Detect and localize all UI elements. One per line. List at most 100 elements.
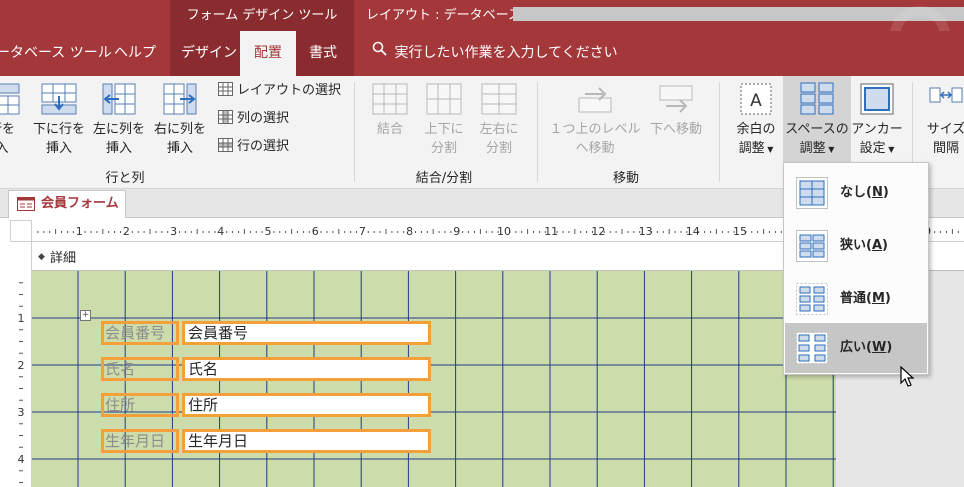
select-row-button[interactable]: 行の選択 [218,137,289,157]
ruler-corner [10,220,32,242]
anchor-line1: アンカー [851,122,903,137]
split-vertical-icon [426,83,462,115]
layout-move-handle-icon[interactable]: + [80,310,91,321]
menu-item-label: 狭い [840,238,867,253]
menu-item-spacing-none[interactable]: なし(N) [785,168,927,218]
insert-column-left-icon [102,83,136,115]
insert-column-right-button[interactable]: 右に列を 挿入 [151,78,209,164]
form-icon [17,197,35,211]
ruler-number: 1 [18,312,25,325]
insert-row-below-line2: 挿入 [45,141,72,156]
tell-me-label: 実行したい作業を入力してください [394,45,618,61]
ribbon-tab-row: ータベース ツール ヘルプ デザイン 配置 書式 実行したい作業を入力してくださ… [0,31,964,76]
spacing-dropdown-menu: なし(N) 狭い(A) 普通(M) 広い(W) [783,162,929,375]
tab-design[interactable]: デザイン [181,31,237,76]
insert-column-right-line1: 右に列を [153,122,206,137]
accelerator-key: A [871,238,883,253]
ruler-number: 13 [639,225,653,238]
field-birthdate[interactable]: 生年月日 [182,429,431,453]
ruler-number: 14 [686,225,700,238]
move-up-icon [578,87,612,113]
move-up-line1: １つ上のレベル [549,122,641,137]
context-tab-group-label: フォーム デザイン ツール [170,0,354,31]
size-spacing-line2: 間隔 [932,141,959,156]
insert-column-right-line2: 挿入 [166,141,193,156]
label-birthdate[interactable]: 生年月日 [101,429,179,453]
tab-database-tools[interactable]: ータベース ツール [0,31,112,76]
move-up-line2: へ移動 [575,141,615,156]
accelerator-key: W [871,340,887,355]
insert-row-above-line2: 入 [0,141,9,156]
menu-item-spacing-narrow[interactable]: 狭い(A) [785,221,927,271]
insert-row-below-button[interactable]: 下に行を 挿入 [30,78,88,164]
field-member-number[interactable]: 会員番号 [182,321,431,345]
vertical-ruler: 1 2 3 4 [10,242,32,487]
insert-column-left-line2: 挿入 [105,141,132,156]
group-separator [354,82,355,182]
spacing-wide-icon [796,332,828,364]
insert-column-left-button[interactable]: 左に列を 挿入 [90,78,148,164]
svg-text:A: A [750,91,762,111]
tab-format[interactable]: 書式 [309,31,337,76]
ruler-number: 4 [18,453,25,466]
split-vertical-line2: 分割 [430,141,457,156]
insert-row-below-icon [41,83,77,115]
anchor-icon [860,83,894,115]
field-name[interactable]: 氏名 [182,357,431,381]
select-column-button[interactable]: 列の選択 [218,109,289,129]
insert-row-above-icon [0,83,20,115]
margins-line1: 余白の [736,122,776,137]
split-horizontal-line1: 左右に [479,122,519,137]
spacing-button[interactable]: スペースの 調整 ▼ [783,76,851,164]
split-horizontal-icon [481,83,517,115]
spacing-line1: スペースの [785,122,849,137]
select-column-icon [218,110,233,124]
menu-item-label: 普通 [840,291,867,306]
anchor-button[interactable]: アンカー 設定 ▼ [851,78,903,164]
split-vertical-button[interactable]: 上下に 分割 [418,78,470,164]
move-down-line1: 下へ移動 [649,122,702,137]
document-tab-member-form[interactable]: 会員フォーム [8,190,126,218]
ruler-number: 10 [497,225,511,238]
section-collapse-icon[interactable]: ◆ [38,252,45,262]
select-column-label: 列の選択 [237,111,290,126]
spacing-medium-icon [796,283,828,315]
select-layout-button[interactable]: レイアウトの選択 [218,81,341,101]
menu-item-spacing-medium[interactable]: 普通(M) [785,274,927,324]
insert-row-above-button[interactable]: 行を 入 [0,78,26,164]
ruler-number: 1 [76,225,83,238]
size-spacing-button[interactable]: サイズ 間隔 [920,78,964,164]
chevron-down-icon: ▼ [764,145,774,154]
spacing-icon [800,82,834,115]
move-down-button[interactable]: 下へ移動 [645,78,707,164]
margins-button[interactable]: A 余白の 調整 ▼ [729,78,783,164]
tab-arrange[interactable]: 配置 [240,31,296,76]
ruler-number: 3 [18,406,25,419]
tab-help[interactable]: ヘルプ [114,31,156,76]
size-spacing-line1: サイズ [926,122,964,137]
spacing-line2: 調整 [799,141,826,156]
group-label-rows-columns: 行と列 [105,171,145,186]
accelerator-key: N [871,185,883,200]
margins-icon: A [740,83,772,115]
move-up-button[interactable]: １つ上のレベル へ移動 [545,78,645,164]
ruler-number: 8 [406,225,413,238]
grid-icon [218,82,233,96]
merge-button[interactable]: 結合 [364,78,416,164]
group-label-merge-split: 結合/分割 [415,171,473,186]
label-name[interactable]: 氏名 [101,357,179,381]
group-separator [719,82,720,182]
tell-me-box[interactable]: 実行したい作業を入力してください [372,31,618,76]
label-address[interactable]: 住所 [101,393,179,417]
insert-column-right-icon [163,83,197,115]
mouse-cursor-icon [900,366,915,387]
label-member-number[interactable]: 会員番号 [101,321,179,345]
split-horizontal-button[interactable]: 左右に 分割 [473,78,525,164]
ruler-number: 3 [170,225,177,238]
insert-row-above-line1: 行を [0,122,15,137]
select-layout-label: レイアウトの選択 [237,83,342,98]
anchor-line2: 設定 [859,141,886,156]
field-address[interactable]: 住所 [182,393,431,417]
split-horizontal-line2: 分割 [485,141,512,156]
select-row-icon [218,138,233,152]
